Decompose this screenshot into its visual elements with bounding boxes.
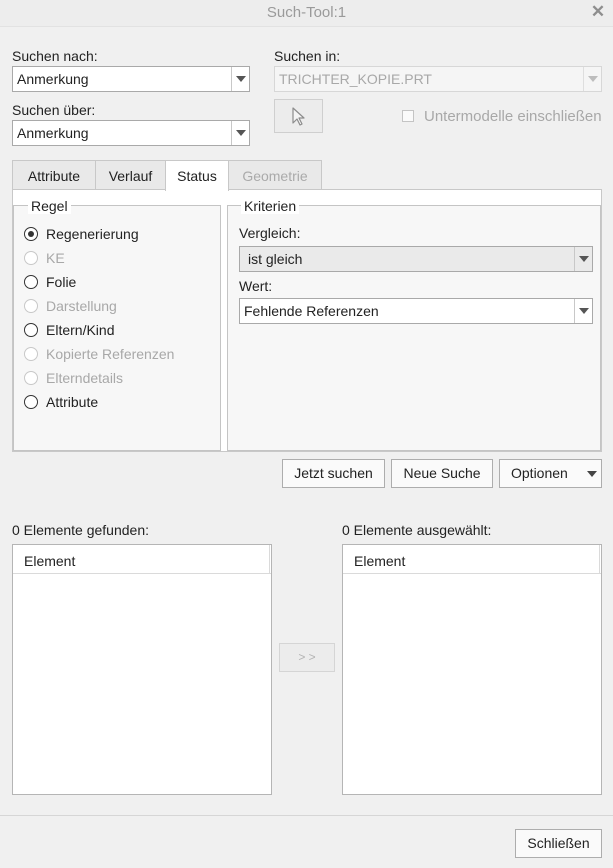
radio-elterndetails[interactable] — [24, 371, 38, 385]
search-for-label: Suchen nach: — [12, 48, 98, 64]
radio-label-folie: Folie — [46, 274, 77, 290]
options-button[interactable]: Optionen — [499, 459, 602, 488]
selected-count-label: 0 Elemente ausgewählt: — [342, 522, 492, 538]
radio-attribute[interactable] — [24, 395, 38, 409]
chevron-down-icon[interactable] — [583, 67, 601, 91]
tab-attribute[interactable]: Attribute — [12, 160, 96, 190]
search-via-label: Suchen über: — [12, 102, 96, 118]
chevron-down-icon — [587, 471, 597, 477]
search-in-label: Suchen in: — [274, 48, 341, 64]
footer-separator — [0, 815, 613, 816]
search-in-value: TRICHTER_KOPIE.PRT — [279, 71, 432, 87]
selected-column-element[interactable]: Element — [343, 545, 600, 573]
compare-value: ist gleich — [248, 251, 303, 267]
selected-list-header: Element — [343, 545, 601, 574]
transfer-button[interactable]: > > — [279, 643, 335, 672]
value-dropdown[interactable]: Fehlende Referenzen — [239, 298, 593, 324]
search-via-dropdown[interactable]: Anmerkung — [12, 120, 250, 146]
chevron-down-icon[interactable] — [231, 67, 249, 91]
search-via-value: Anmerkung — [17, 125, 89, 141]
selected-list[interactable]: Element — [342, 544, 602, 795]
pick-model-button[interactable] — [274, 99, 323, 133]
tab-verlauf[interactable]: Verlauf — [95, 160, 166, 190]
chevron-down-icon[interactable] — [231, 121, 249, 145]
radio-label-regenerierung: Regenerierung — [46, 226, 139, 242]
search-for-dropdown[interactable]: Anmerkung — [12, 66, 250, 92]
radio-label-kopierte-referenzen: Kopierte Referenzen — [46, 346, 175, 362]
compare-dropdown[interactable]: ist gleich — [239, 246, 593, 272]
found-count-label: 0 Elemente gefunden: — [12, 522, 149, 538]
search-for-value: Anmerkung — [17, 71, 89, 87]
search-now-button[interactable]: Jetzt suchen — [282, 459, 385, 488]
new-search-button[interactable]: Neue Suche — [391, 459, 493, 488]
options-label: Optionen — [511, 465, 568, 481]
radio-folie[interactable] — [24, 275, 38, 289]
found-list-header: Element — [13, 545, 271, 574]
include-submodels-checkbox[interactable] — [402, 110, 414, 122]
chevron-down-icon[interactable] — [574, 247, 592, 271]
radio-label-ke: KE — [46, 250, 65, 266]
criteria-group — [227, 205, 601, 451]
include-submodels-label: Untermodelle einschließen — [424, 108, 602, 125]
radio-darstellung[interactable] — [24, 299, 38, 313]
rule-legend: Regel — [28, 198, 71, 214]
cursor-arrow-icon — [292, 107, 305, 126]
value-value: Fehlende Referenzen — [244, 303, 379, 319]
tab-status[interactable]: Status — [165, 160, 229, 191]
close-icon[interactable]: ✕ — [588, 0, 608, 24]
tab-geometrie[interactable]: Geometrie — [228, 160, 322, 190]
radio-eltern-kind[interactable] — [24, 323, 38, 337]
value-label: Wert: — [239, 278, 273, 294]
search-in-dropdown[interactable]: TRICHTER_KOPIE.PRT — [274, 66, 602, 92]
radio-kopierte-referenzen[interactable] — [24, 347, 38, 361]
chevron-down-icon[interactable] — [574, 299, 592, 323]
radio-ke[interactable] — [24, 251, 38, 265]
found-list[interactable]: Element — [12, 544, 272, 795]
radio-regenerierung[interactable] — [24, 227, 38, 241]
close-button[interactable]: Schließen — [515, 829, 602, 858]
window-title: Such-Tool:1 — [266, 4, 347, 21]
radio-label-darstellung: Darstellung — [46, 298, 117, 314]
compare-label: Vergleich: — [239, 225, 301, 241]
criteria-legend: Kriterien — [241, 198, 300, 214]
found-column-element[interactable]: Element — [13, 545, 270, 573]
radio-label-eltern-kind: Eltern/Kind — [46, 322, 115, 338]
radio-label-attribute: Attribute — [46, 394, 99, 410]
radio-label-elterndetails: Elterndetails — [46, 370, 124, 386]
